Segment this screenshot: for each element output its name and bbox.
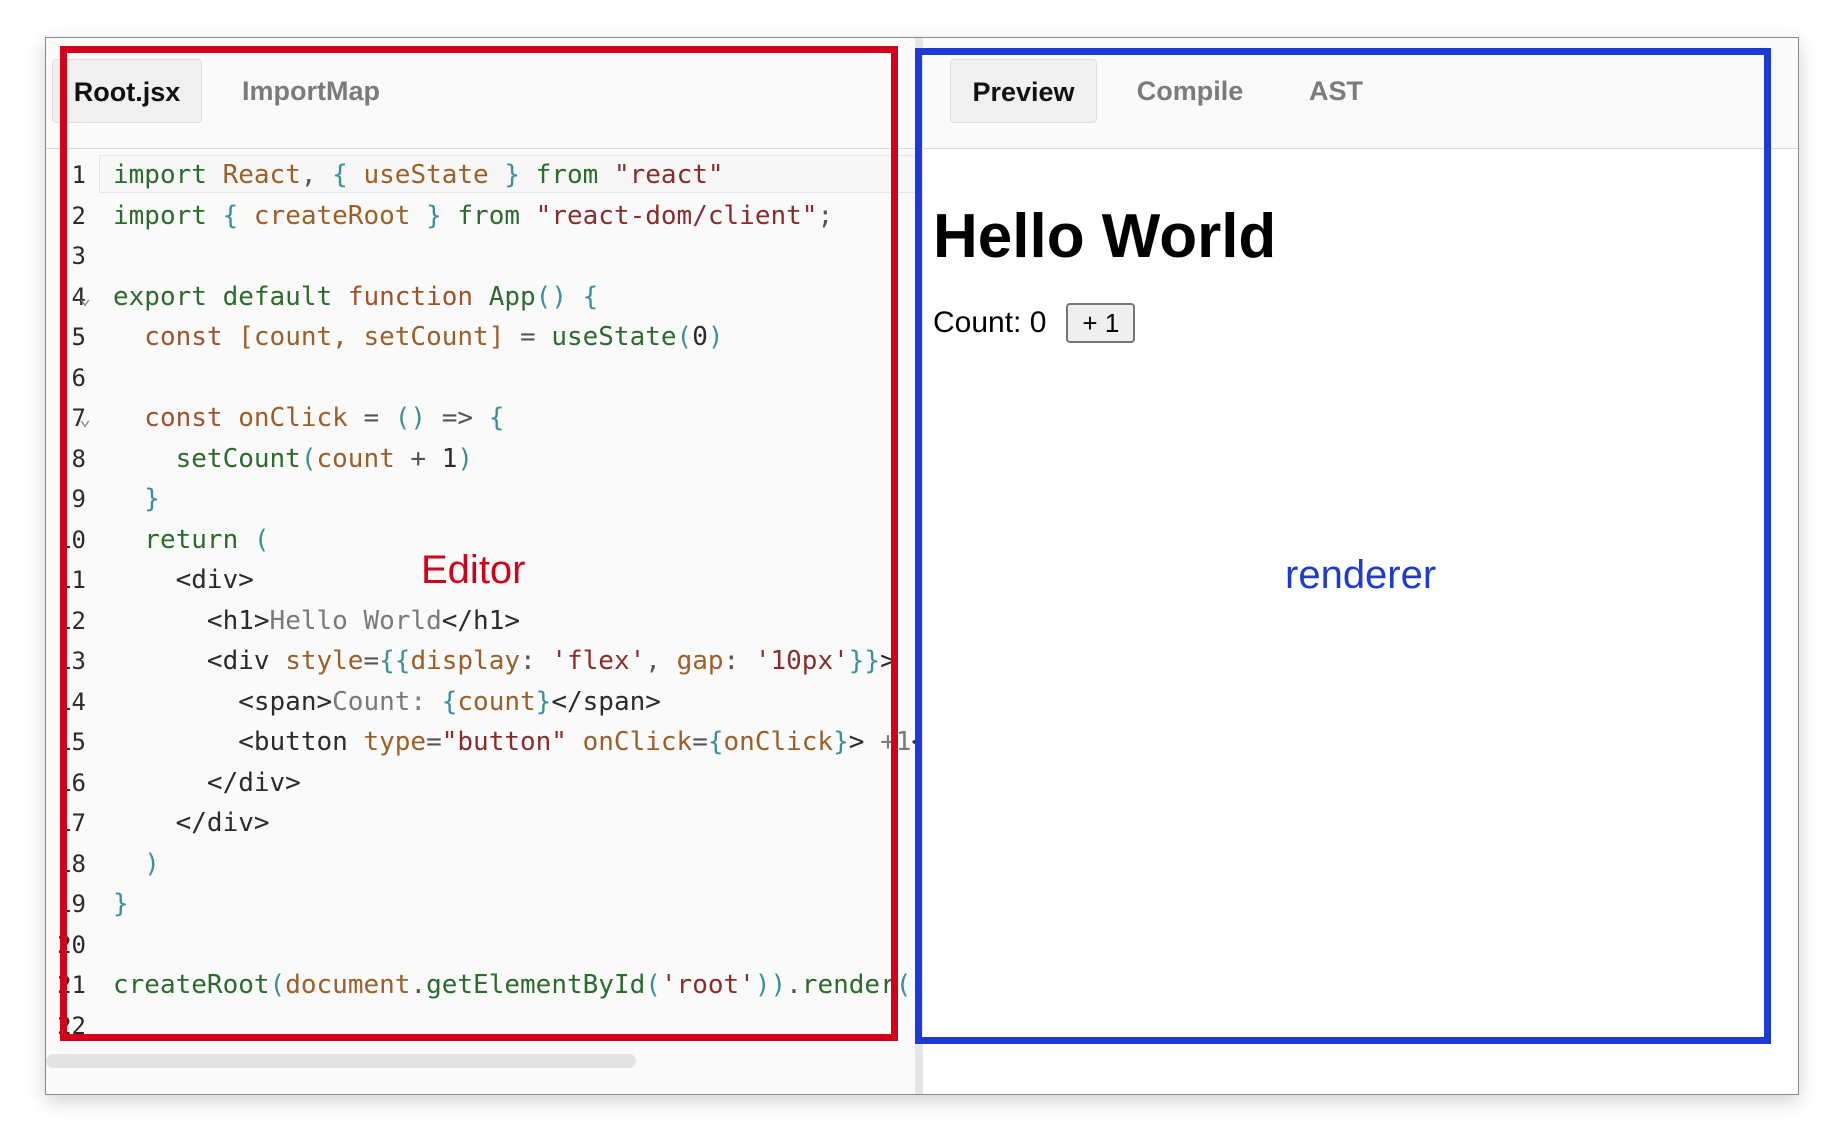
renderer-annotation-label: renderer — [1285, 553, 1437, 597]
renderer-annotation-box — [915, 48, 1771, 1044]
code-token: ( — [895, 970, 912, 1000]
editor-annotation-label: Editor — [421, 548, 526, 592]
editor-annotation-box — [60, 46, 898, 1041]
horizontal-scrollbar[interactable] — [46, 1054, 636, 1068]
